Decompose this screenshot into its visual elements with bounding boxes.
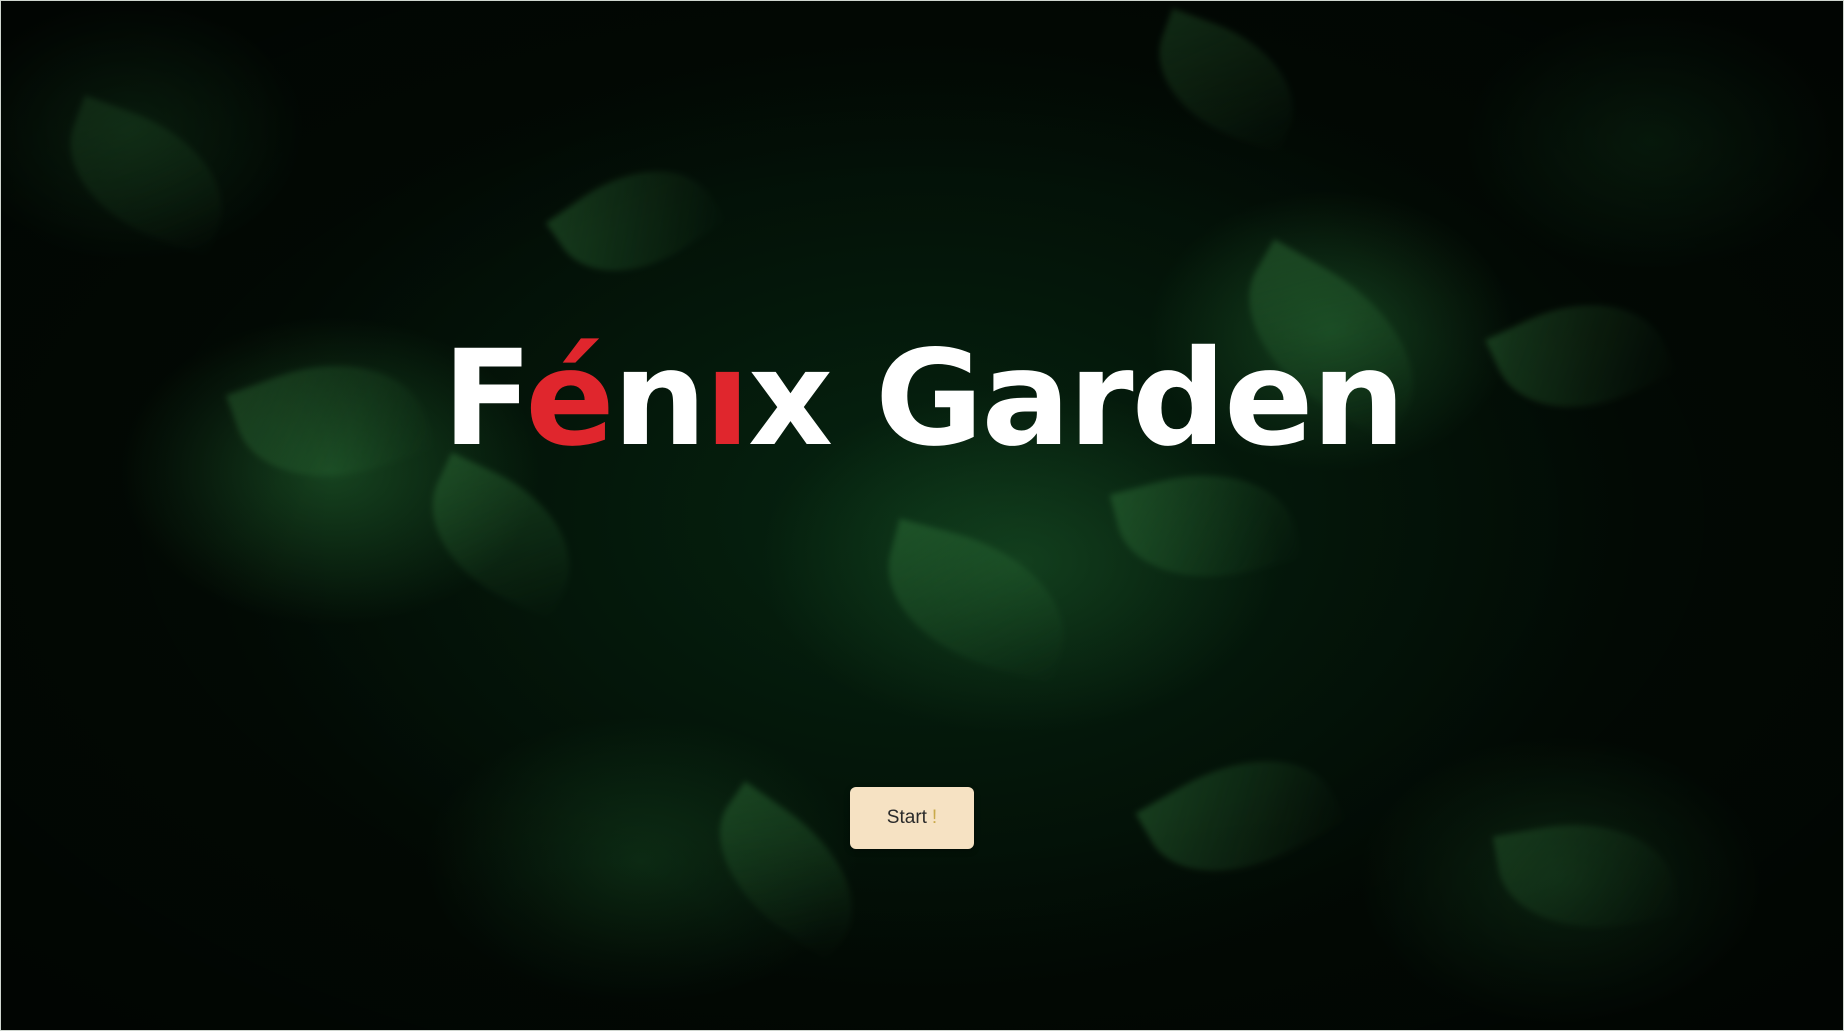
title-rest: x Garden <box>747 322 1406 476</box>
title-letter-n: n <box>612 322 707 476</box>
start-button-exclamation: ! <box>931 807 938 828</box>
splash-screen: Fénıx Garden Start! <box>0 0 1844 1031</box>
vignette-overlay <box>1 1 1843 1030</box>
title-accent-i: ı <box>704 322 750 476</box>
title-accent-e: é <box>525 322 615 476</box>
title-letter-f: F <box>442 322 527 476</box>
start-button-label: Start <box>886 807 927 828</box>
start-button[interactable]: Start! <box>850 787 974 849</box>
app-title: Fénıx Garden <box>1 319 1843 479</box>
